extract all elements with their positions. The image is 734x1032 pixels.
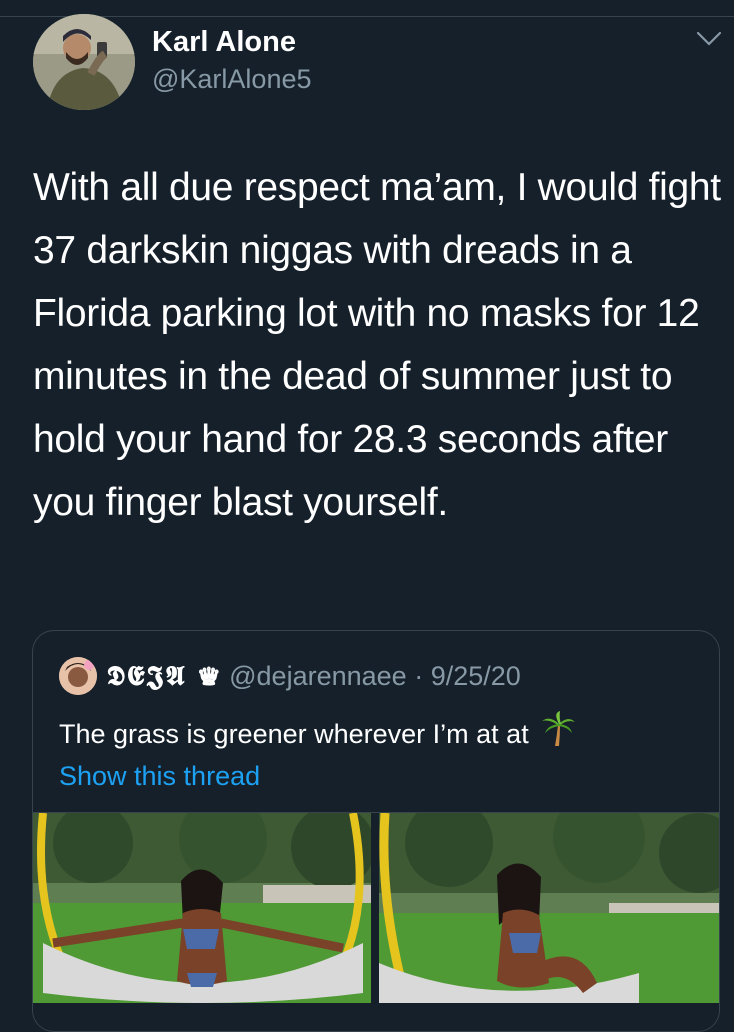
- quoted-author-name[interactable]: 𝕯𝕰𝕵𝕬 ♛: [107, 661, 222, 692]
- top-divider: [0, 16, 734, 17]
- quoted-text-line: The grass is greener wherever I’m at at: [59, 711, 576, 750]
- author-display-name[interactable]: Karl Alone: [152, 26, 296, 59]
- header-separator: ·: [414, 661, 424, 691]
- quoted-photo-1[interactable]: [33, 813, 371, 1003]
- quoted-photo-2[interactable]: [379, 813, 719, 1003]
- palm-tree-icon: [542, 711, 576, 746]
- show-thread-link[interactable]: Show this thread: [59, 761, 260, 792]
- quoted-text: The grass is greener wherever I’m at at: [59, 719, 529, 749]
- tweet-text: With all due respect ma’am, I would figh…: [33, 166, 721, 524]
- photo-bottom-gap: [33, 1003, 719, 1031]
- quoted-date[interactable]: 9/25/20: [431, 661, 521, 691]
- quoted-author-handle[interactable]: @dejarennaee: [229, 661, 407, 691]
- quoted-header: 𝕯𝕰𝕵𝕬 ♛ @dejarennaee · 9/25/20: [107, 661, 521, 693]
- chevron-down-icon[interactable]: [696, 30, 722, 48]
- quoted-author-avatar[interactable]: [59, 657, 97, 695]
- author-handle[interactable]: @KarlAlone5: [152, 64, 312, 95]
- author-avatar[interactable]: [33, 14, 135, 110]
- quoted-tweet-card[interactable]: 𝕯𝕰𝕵𝕬 ♛ @dejarennaee · 9/25/20 The grass …: [32, 630, 720, 1032]
